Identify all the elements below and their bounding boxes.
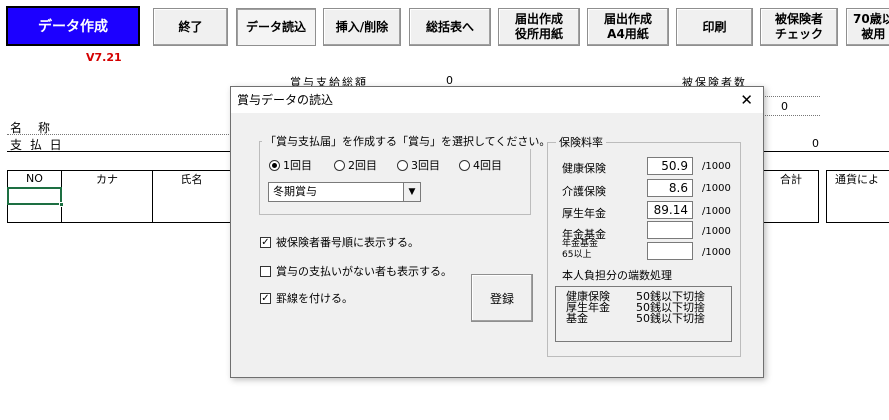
bonus-select-group: [259, 141, 531, 215]
health-insurance-rate-input[interactable]: 50.9: [647, 157, 693, 175]
grid-cell[interactable]: [152, 186, 231, 205]
notice-office-form-button[interactable]: 届出作成 役所用紙: [498, 8, 580, 46]
care-insurance-rate-input[interactable]: 8.6: [647, 179, 693, 197]
health-insurance-label: 健康保険: [562, 162, 606, 175]
fraction-label: 基金: [566, 312, 588, 325]
radio-4th-label: 4回目: [473, 159, 502, 172]
column-kana: カナ: [61, 170, 153, 187]
radio-3rd-label: 3回目: [411, 159, 440, 172]
rate-group-label: 保険料率: [556, 134, 606, 150]
radio-dot: [459, 159, 470, 171]
grid-cell[interactable]: [7, 204, 62, 223]
grid-cell[interactable]: [826, 204, 889, 223]
radio-4th[interactable]: 4回目: [459, 157, 502, 173]
grid-cell[interactable]: [61, 204, 153, 223]
payday-line: [7, 151, 231, 152]
pension-fund-rate-input[interactable]: [647, 221, 693, 239]
insert-delete-button[interactable]: 挿入/削除: [323, 8, 401, 46]
grid-cell[interactable]: [763, 186, 819, 205]
dialog-titlebar[interactable]: 賞与データの読込 ✕: [231, 87, 763, 113]
fraction-row: 基金 50銭以下切捨: [566, 313, 721, 324]
sort-by-insured-number-label: 被保険者番号順に表示する。: [276, 236, 419, 249]
radio-3rd[interactable]: 3回目: [397, 157, 440, 173]
fill-handle[interactable]: [59, 202, 64, 207]
create-data-button[interactable]: データ作成: [6, 6, 140, 46]
load-data-button[interactable]: データ読込: [236, 8, 316, 46]
insured-count-value: 0: [781, 100, 788, 113]
grid-cell[interactable]: [152, 204, 231, 223]
fraction-rule: 50銭以下切捨: [636, 312, 705, 325]
checkbox-box: ✓: [260, 236, 271, 248]
radio-dot: [397, 159, 408, 171]
column-total: 合計: [763, 170, 819, 187]
radio-1st[interactable]: 1回目: [269, 157, 312, 173]
column-currency: 通貨によ: [826, 170, 889, 187]
selected-cell[interactable]: [7, 187, 62, 205]
checkbox-box: ✓: [260, 292, 271, 304]
radio-1st-label: 1回目: [283, 159, 312, 172]
print-button[interactable]: 印刷: [676, 8, 753, 46]
pension-fund-65-label: 年金基金 65以上: [562, 239, 599, 260]
show-unpaid-label: 賞与の支払いがない者も表示する。: [276, 265, 452, 278]
radio-dot: [269, 159, 280, 171]
summary-button[interactable]: 総括表へ: [409, 8, 491, 46]
fraction-rules-box: 健康保険 50銭以下切捨 厚生年金 50銭以下切捨 基金 50銭以下切捨: [555, 286, 732, 342]
over-70-button[interactable]: 70歳以 被用: [846, 8, 889, 46]
pension-unit: /1000: [702, 206, 731, 217]
bonus-type-select[interactable]: 冬期賞与 ▼: [268, 182, 421, 202]
column-no: NO: [7, 170, 62, 187]
pension-fund-65-rate-input[interactable]: [647, 242, 693, 260]
add-ruled-lines-checkbox[interactable]: ✓ 罫線を付ける。: [260, 290, 353, 306]
checkbox-box: [260, 265, 271, 277]
care-insurance-unit: /1000: [702, 183, 731, 194]
register-button[interactable]: 登録: [471, 274, 533, 322]
insured-check-button[interactable]: 被保険者 チェック: [760, 8, 838, 46]
pension-rate-input[interactable]: 89.14: [647, 201, 693, 219]
pension-fund-unit: /1000: [702, 226, 731, 237]
payday-value: 0: [812, 137, 819, 150]
health-insurance-unit: /1000: [702, 161, 731, 172]
bonus-type-value: 冬期賞与: [273, 185, 317, 198]
load-bonus-dialog: 賞与データの読込 ✕ 「賞与支払届」を作成する「賞与」を選択してください。 1回…: [230, 86, 764, 378]
radio-2nd[interactable]: 2回目: [334, 157, 377, 173]
care-insurance-label: 介護保険: [562, 185, 606, 198]
column-name: 氏名: [152, 170, 231, 187]
radio-dot: [334, 159, 345, 171]
payday-line-right: [763, 151, 889, 152]
grid-cell[interactable]: [763, 204, 819, 223]
grid-cell[interactable]: [826, 186, 889, 205]
exit-button[interactable]: 終了: [153, 8, 228, 46]
pension-label: 厚生年金: [562, 207, 606, 220]
company-name-line: [7, 134, 231, 135]
fraction-title: 本人負担分の端数処理: [562, 269, 672, 282]
radio-2nd-label: 2回目: [348, 159, 377, 172]
bonus-select-group-label: 「賞与支払届」を作成する「賞与」を選択してください。: [262, 133, 554, 149]
pension-fund-65-unit: /1000: [702, 247, 731, 258]
show-unpaid-checkbox[interactable]: 賞与の支払いがない者も表示する。: [260, 263, 452, 279]
version-label: V7.21: [86, 51, 122, 64]
dialog-title: 賞与データの読込: [237, 93, 334, 107]
close-icon[interactable]: ✕: [740, 91, 753, 109]
grid-cell[interactable]: [61, 186, 153, 205]
add-ruled-lines-label: 罫線を付ける。: [276, 292, 353, 305]
notice-a4-button[interactable]: 届出作成 A4用紙: [587, 8, 669, 46]
sort-by-insured-number-checkbox[interactable]: ✓ 被保険者番号順に表示する。: [260, 234, 419, 250]
chevron-down-icon[interactable]: ▼: [403, 183, 420, 201]
